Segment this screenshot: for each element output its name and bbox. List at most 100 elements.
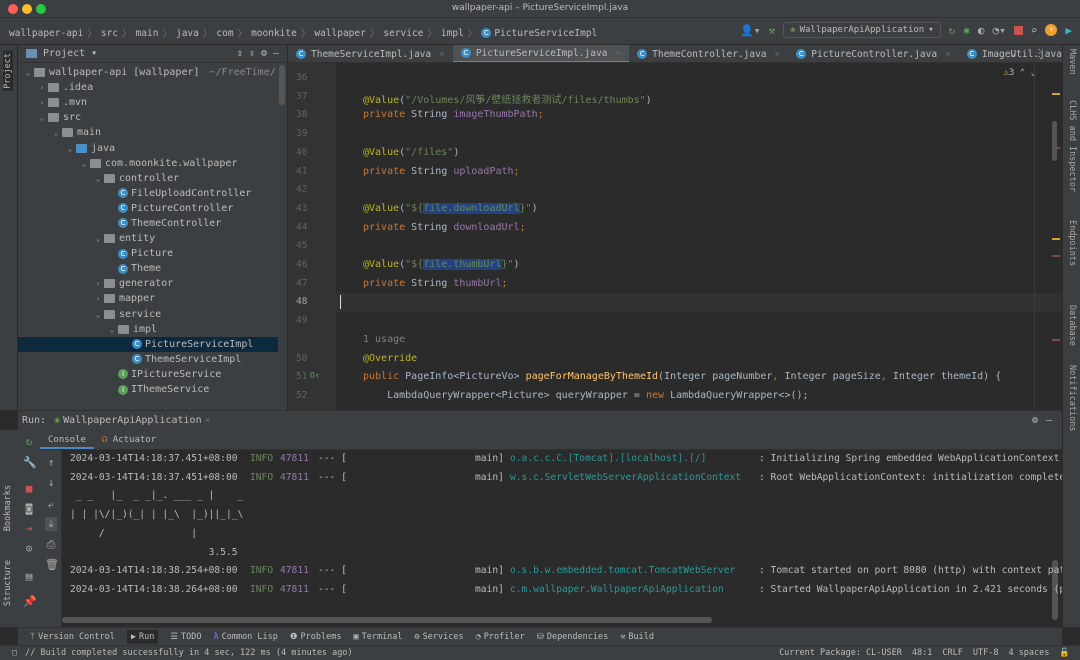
tree-item[interactable]: C ThemeServiceImpl [18,352,278,367]
tree-item[interactable]: C ThemeController [18,216,278,231]
structure-tool-button[interactable]: Structure [3,560,13,606]
breadcrumb-item[interactable]: wallpaper-api [9,26,83,40]
exit-icon[interactable]: ⇥ [23,522,35,535]
editor-tab[interactable]: C ThemeController.java × [629,45,788,62]
tree-item[interactable]: › mapper [18,291,278,306]
bookmarks-tool-button[interactable]: Bookmarks [3,485,13,531]
caret-position[interactable]: 48:1 [912,648,932,658]
tool-window-services[interactable]: ⚙ Services [415,632,464,642]
tool-window-profiler[interactable]: ◔ Profiler [476,632,525,642]
pin-search-icon[interactable]: ⊙ [23,542,35,555]
close-tab-icon[interactable]: × [775,49,781,60]
run-configuration-select[interactable]: ❀ WallpaperApiApplication ▾ [783,22,941,38]
tool-window-problems[interactable]: ❶ Problems [290,632,342,642]
expand-arrow-icon[interactable]: › [92,294,104,303]
tree-item[interactable]: ⌄ main [18,125,278,140]
expand-arrow-icon[interactable]: › [36,98,48,107]
scroll-to-end-icon[interactable]: ⤓ [45,517,57,531]
tree-item[interactable]: C PictureController [18,201,278,216]
console-output[interactable]: 2024-03-14T14:18:37.451+08:00 INFO 47811 --… [62,450,1062,627]
tree-item[interactable]: ⌄ java [18,140,278,155]
right-tool-endpoints[interactable]: Endpoints [1067,220,1077,266]
warning-marker[interactable] [1052,238,1060,240]
breadcrumb-item[interactable]: java [176,26,199,40]
update-icon[interactable]: ↑ [1045,24,1058,36]
user-icon[interactable]: 👤▾ [740,24,760,37]
lock-icon[interactable]: 🔓 [1059,648,1070,658]
project-view-select[interactable]: Project [43,48,85,59]
expand-all-icon[interactable]: ⇕ [237,48,243,59]
file-encoding[interactable]: UTF-8 [973,648,999,658]
project-tool-button[interactable]: Project [3,51,13,91]
expand-arrow-icon[interactable]: ⌄ [64,144,76,153]
tool-window-version-control[interactable]: ᛘ Version Control [30,632,115,642]
project-scrollbar[interactable] [279,65,285,105]
line-separator[interactable]: CRLF [942,648,962,658]
layout-icon[interactable]: ▤ [23,570,35,583]
status-toggle-icon[interactable]: ▢ [12,648,17,658]
current-package[interactable]: Current Package: CL-USER [779,648,902,658]
right-tool-clhs-and-inspector[interactable]: CLHS and Inspector [1067,100,1077,192]
inspection-widget[interactable]: ⚠3 ⌃ ⌄ [1003,68,1036,78]
tree-item[interactable]: I IThemeService [18,382,278,397]
pin-icon[interactable]: 📌 [23,595,37,608]
implements-gutter-icon[interactable]: O↑ [310,371,320,380]
camera-icon[interactable]: ◙ [23,502,35,515]
close-tab-icon[interactable]: × [439,49,445,60]
breadcrumb-item[interactable]: service [383,26,423,40]
editor-tab[interactable]: C PictureServiceImpl.java × [452,45,630,62]
tree-item[interactable]: › generator [18,276,278,291]
profile-icon[interactable]: ◔▾ [993,24,1006,37]
expand-arrow-icon[interactable]: ⌄ [78,159,90,168]
breadcrumb-item[interactable]: impl [441,26,464,40]
coverage-icon[interactable]: ◐ [978,24,985,37]
tree-item[interactable]: ⌄ controller [18,171,278,186]
tree-item[interactable]: ⌄ impl [18,322,278,337]
tool-window-todo[interactable]: ☰ TODO [170,632,201,642]
breadcrumb-item[interactable]: com [216,26,233,40]
close-tab-icon[interactable]: × [615,48,621,59]
tab-console[interactable]: Console [40,430,94,449]
error-marker[interactable] [1052,255,1060,257]
tool-window-dependencies[interactable]: ⛁ Dependencies [537,632,609,642]
collapse-all-icon[interactable]: ⇳ [249,48,255,59]
editor-tab[interactable]: C ThemeServiceImpl.java × [288,45,453,62]
right-tool-database[interactable]: Database [1067,305,1077,346]
hide-icon[interactable]: — [273,48,279,59]
rerun-icon[interactable]: ↻ [23,435,35,448]
arrow-down-icon[interactable]: ↓ [45,476,57,489]
expand-arrow-icon[interactable]: › [36,83,48,92]
search-icon[interactable]: ⌕ [1031,24,1038,37]
error-marker[interactable] [1052,339,1060,341]
close-tab-icon[interactable]: × [945,49,951,60]
tree-item[interactable]: ⌄ service [18,307,278,322]
tree-item[interactable]: ⌄ wallpaper-api [wallpaper] ~/FreeTime/ [18,65,278,80]
build-hammer-icon[interactable]: ⚒ [769,24,776,37]
stop-icon[interactable]: ■ [23,482,35,495]
expand-arrow-icon[interactable]: ⌄ [106,325,118,334]
code-with-me-icon[interactable]: ▶ [1065,24,1072,37]
tool-window-terminal[interactable]: ▣ Terminal [353,632,402,642]
code-editor[interactable]: 36 37 38 39 40 41 42 43 44 45 46 47 48 49 50 51 O↑ 52 @Va… [288,63,1062,410]
run-config-tab[interactable]: ❀ WallpaperApiApplication × [54,415,211,426]
tree-item[interactable]: C Theme [18,261,278,276]
tree-item[interactable]: › .idea [18,80,278,95]
chevron-down-icon[interactable]: ▾ [91,48,97,59]
console-horizontal-scrollbar[interactable] [62,617,712,623]
right-tool-maven[interactable]: Maven [1067,49,1077,75]
expand-arrow-icon[interactable]: ⌄ [92,310,104,319]
breadcrumb-item[interactable]: src [101,26,118,40]
tree-item[interactable]: C PictureServiceImpl [18,336,278,352]
debug-icon[interactable]: ✱ [963,24,970,37]
breadcrumb-item[interactable]: C PictureServiceImpl [481,26,597,40]
trash-icon[interactable]: 🗑 [45,558,59,571]
expand-arrow-icon[interactable]: ⌄ [92,234,104,243]
chevron-down-icon[interactable]: ⌄ [1010,48,1016,59]
right-tool-notifications[interactable]: Notifications [1067,365,1077,432]
tree-item[interactable]: ⌄ entity [18,231,278,246]
gear-icon[interactable]: ⚙ [1032,415,1038,426]
expand-arrow-icon[interactable]: ⌄ [50,128,62,137]
tree-item[interactable]: C FileUploadController [18,186,278,201]
expand-arrow-icon[interactable]: ⌄ [92,174,104,183]
editor-scrollbar[interactable] [1052,121,1057,161]
